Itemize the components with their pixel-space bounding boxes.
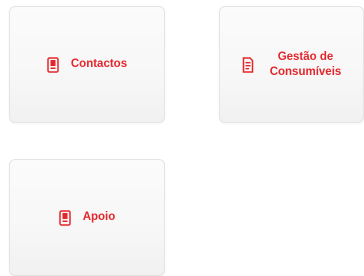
gestao-consumiveis-label: Gestão de Consumíveis (270, 50, 342, 80)
gestao-consumiveis-label-line2: Consumíveis (269, 65, 342, 78)
gestao-consumiveis-label-line1: Gestão de (277, 50, 334, 63)
phone-document-icon (47, 56, 59, 73)
contactos-tile-content: Contactos (47, 56, 128, 73)
contactos-label: Contactos (70, 58, 128, 70)
apoio-tile-content: Apoio (58, 209, 116, 226)
phone-document-icon (58, 209, 71, 226)
gestao-consumiveis-tile[interactable]: Gestão de Consumíveis (219, 6, 364, 123)
apoio-tile[interactable]: Apoio (9, 159, 165, 276)
apoio-label: Apoio (82, 211, 116, 223)
contactos-tile[interactable]: Contactos (9, 6, 165, 123)
document-list-icon (242, 56, 254, 73)
gestao-consumiveis-tile-content: Gestão de Consumíveis (242, 50, 342, 80)
